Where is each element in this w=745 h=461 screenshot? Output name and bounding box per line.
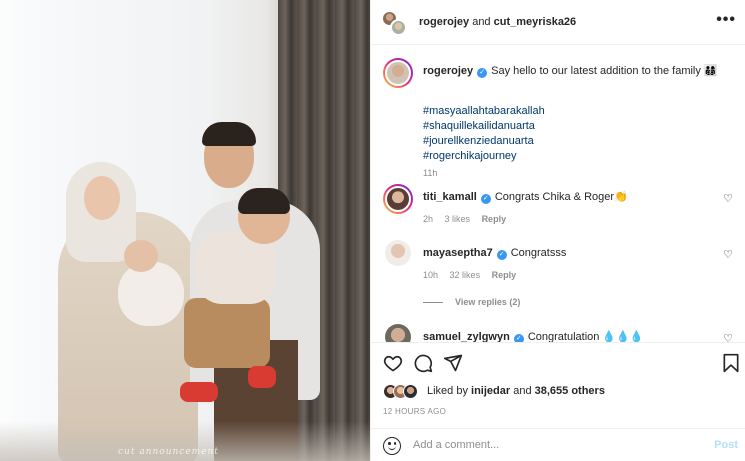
avatar	[403, 384, 418, 399]
username-link[interactable]: mayaseptha7	[423, 247, 493, 259]
child-legs	[184, 298, 270, 368]
likes-text: Liked by inijedar and 38,655 others	[427, 385, 605, 397]
post-authors: rogerojey and cut_meyriska26	[419, 16, 576, 28]
like-heart-icon[interactable]	[383, 353, 403, 373]
heart-icon[interactable]: ♡	[723, 192, 733, 205]
post-header: rogerojey and cut_meyriska26 •••	[371, 0, 745, 45]
bookmark-icon[interactable]	[721, 353, 741, 373]
share-icon[interactable]	[443, 353, 463, 373]
emoji-icon[interactable]	[383, 437, 401, 455]
comment-body: Congratulation 💧💧💧	[527, 331, 644, 342]
caption-text: rogerojey ✓ Say hello to our latest additi…	[423, 64, 723, 79]
post-button[interactable]: Post	[714, 439, 738, 451]
likes-count-link[interactable]: 38,655 others	[535, 385, 605, 397]
comment-body: Congratsss	[510, 247, 567, 259]
heart-icon[interactable]: ♡	[723, 332, 733, 342]
verified-badge-icon: ✓	[513, 334, 524, 342]
comment-likes[interactable]: 3 likes	[445, 214, 471, 224]
comment-input[interactable]	[413, 439, 693, 451]
comment-text: titi_kamall ✓ Congrats Chika & Roger👏	[423, 190, 723, 205]
reply-button[interactable]: Reply	[492, 270, 517, 280]
verified-badge-icon: ✓	[480, 194, 491, 204]
more-horizontal-icon[interactable]: •••	[716, 12, 736, 28]
author-link[interactable]: rogerojey	[419, 16, 469, 28]
verified-badge-icon: ✓	[477, 68, 488, 78]
avatar[interactable]	[385, 324, 411, 342]
hashtag-link[interactable]: #masyaallahtabarakallah	[423, 104, 545, 119]
action-bar	[371, 342, 745, 382]
child-hair	[238, 188, 290, 214]
authors-connector: and	[469, 16, 494, 28]
avatar	[390, 19, 407, 36]
username-link[interactable]: rogerojey	[423, 65, 473, 77]
baby-head	[124, 240, 158, 272]
father-hair	[202, 122, 256, 146]
child-shoe	[248, 366, 276, 388]
collab-avatars[interactable]	[381, 10, 407, 36]
username-link[interactable]: samuel_zylgwyn	[423, 331, 510, 342]
hashtag-link[interactable]: #rogerchikajourney	[423, 149, 545, 164]
comment-meta: 10h 32 likes Reply	[423, 270, 525, 280]
post-photo[interactable]: cut announcement	[0, 0, 370, 461]
heart-icon[interactable]: ♡	[723, 248, 733, 261]
verified-badge-icon: ✓	[496, 250, 507, 260]
photo-watermark: cut announcement	[118, 447, 219, 457]
baby-figure	[118, 262, 184, 326]
post-timestamp[interactable]: 12 HOURS AGO	[383, 407, 446, 416]
reply-button[interactable]: Reply	[482, 214, 507, 224]
avatar[interactable]	[385, 240, 411, 266]
add-comment-bar: Post	[371, 428, 745, 461]
comment-body: Congrats Chika & Roger👏	[494, 191, 628, 203]
avatar[interactable]	[383, 184, 413, 214]
divider	[423, 302, 443, 304]
comment-icon[interactable]	[413, 353, 433, 373]
liker-link[interactable]: inijedar	[471, 385, 510, 397]
comment-text: mayaseptha7 ✓ Congratsss	[423, 246, 723, 261]
comment-likes[interactable]: 32 likes	[450, 270, 481, 280]
comments-list[interactable]: rogerojey ✓ Say hello to our latest additi…	[371, 46, 745, 342]
username-link[interactable]: titi_kamall	[423, 191, 477, 203]
avatar[interactable]	[383, 58, 413, 88]
hashtag-link[interactable]: #shaquillekailidanuarta	[423, 119, 545, 134]
comment-text: samuel_zylgwyn ✓ Congratulation 💧💧💧	[423, 330, 723, 342]
hashtag-list: #masyaallahtabarakallah #shaquillekailid…	[423, 104, 545, 164]
comment-meta: 2h 3 likes Reply	[423, 214, 515, 224]
mother-face	[84, 176, 120, 220]
author-link[interactable]: cut_meyriska26	[494, 16, 577, 28]
comment-time[interactable]: 10h	[423, 270, 438, 280]
caption-body: Say hello to our latest addition to the …	[491, 65, 718, 77]
post-side-panel: rogerojey and cut_meyriska26 ••• rogeroj…	[370, 0, 745, 461]
hashtag-link[interactable]: #jourellkenziedanuarta	[423, 134, 545, 149]
likes-summary: Liked by inijedar and 38,655 others	[371, 382, 745, 402]
child-shoe	[180, 382, 218, 402]
caption-time[interactable]: 11h	[423, 168, 446, 178]
view-replies-button[interactable]: View replies (2)	[423, 297, 520, 307]
comment-time[interactable]: 2h	[423, 214, 433, 224]
